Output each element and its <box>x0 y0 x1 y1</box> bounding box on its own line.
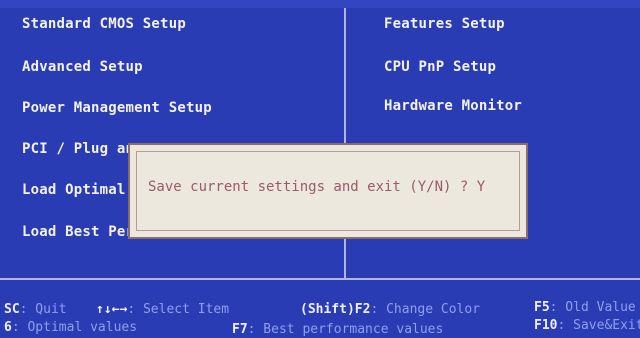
hint-optimal-values: 6: Optimal values <box>4 320 137 335</box>
bios-screen: Standard CMOS Setup Advanced Setup Power… <box>0 0 640 338</box>
menu-item-pci-plug-and-play[interactable]: PCI / Plug an <box>22 141 134 157</box>
hint-key: 6 <box>4 320 12 335</box>
hint-text: : Select Item <box>127 302 230 317</box>
hint-save-exit: F10: Save&Exit <box>534 318 640 333</box>
menu-item-standard-cmos-setup[interactable]: Standard CMOS Setup <box>22 16 186 32</box>
hint-text: : Quit <box>19 302 67 317</box>
hint-key: F10 <box>534 318 558 333</box>
hint-key: ↑↓←→ <box>96 302 128 317</box>
hint-change-color: (Shift)F2: Change Color <box>300 302 480 317</box>
hint-text: : Change Color <box>370 302 481 317</box>
menu-item-power-management-setup[interactable]: Power Management Setup <box>22 100 212 116</box>
hint-text: : Old Value <box>549 300 636 315</box>
footer-hints: SC: Quit ↑↓←→: Select Item (Shift)F2: Ch… <box>0 280 640 338</box>
hint-old-value: F5: Old Value <box>534 300 636 315</box>
menu-item-cpu-pnp-setup[interactable]: CPU PnP Setup <box>384 59 496 75</box>
hint-key: F5 <box>534 300 550 315</box>
save-exit-dialog: Save current settings and exit (Y/N) ? Y <box>128 143 528 239</box>
hint-key: F7 <box>232 322 248 337</box>
menu-item-hardware-monitor[interactable]: Hardware Monitor <box>384 98 522 114</box>
hint-text: : Save&Exit <box>557 318 640 333</box>
dialog-message[interactable]: Save current settings and exit (Y/N) ? Y <box>148 179 485 195</box>
hint-text: : Best performance values <box>247 322 444 337</box>
hint-text: : Optimal values <box>11 320 138 335</box>
menu-item-load-best-performance[interactable]: Load Best Per <box>22 224 134 240</box>
menu-item-load-optimal[interactable]: Load Optimal <box>22 182 126 198</box>
hint-quit: SC: Quit <box>4 302 67 317</box>
hint-select-item: ↑↓←→: Select Item <box>96 302 229 317</box>
hint-best-performance-values: F7: Best performance values <box>232 322 443 337</box>
hint-key: (Shift)F2 <box>300 302 371 317</box>
menu-item-advanced-setup[interactable]: Advanced Setup <box>22 59 143 75</box>
menu-item-features-setup[interactable]: Features Setup <box>384 16 505 32</box>
top-strip <box>0 0 640 8</box>
hint-key: SC <box>4 302 20 317</box>
